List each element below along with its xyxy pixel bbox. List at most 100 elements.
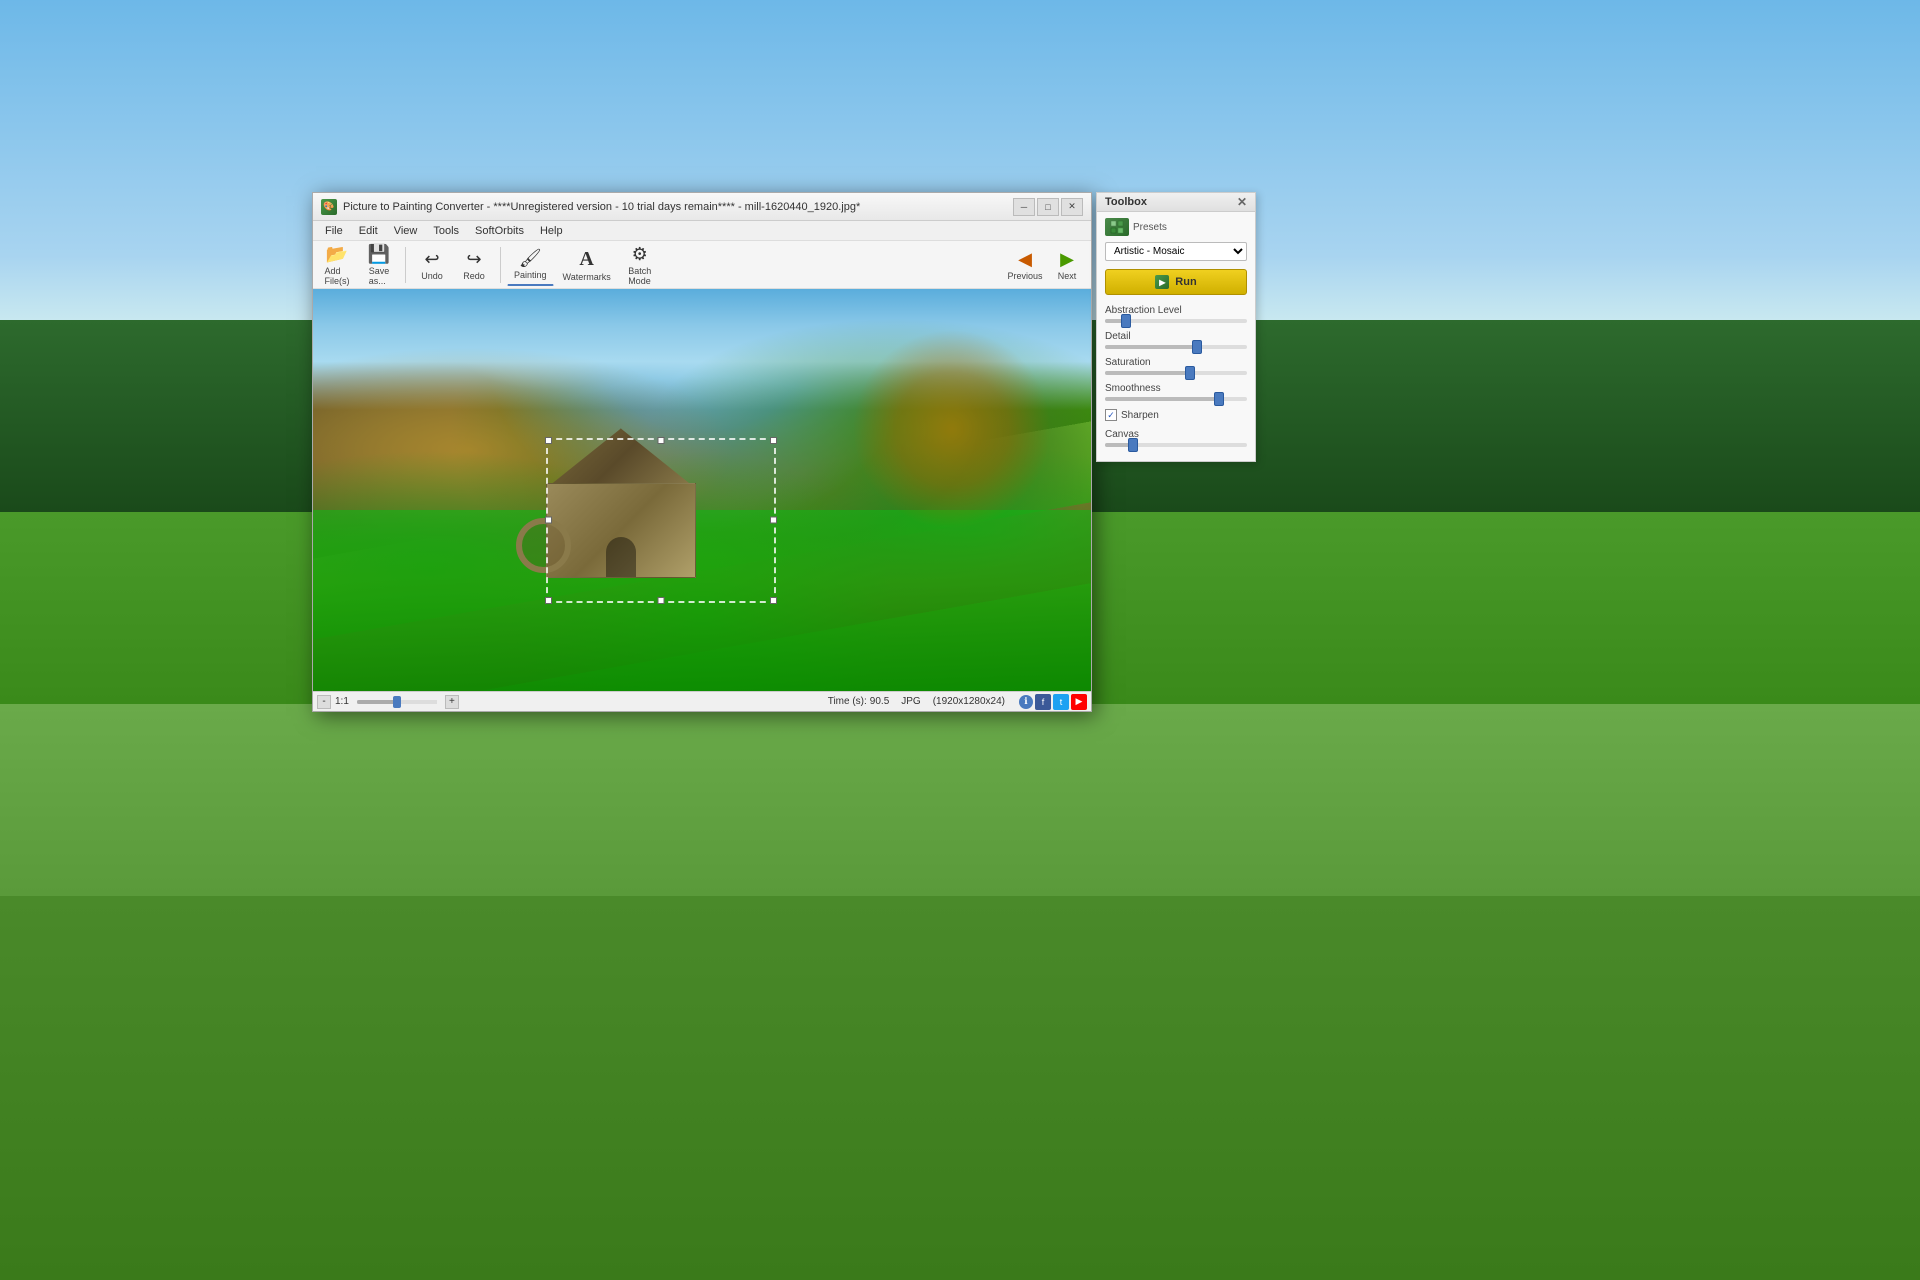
saturation-row: Saturation bbox=[1105, 357, 1247, 375]
warm-overlay bbox=[852, 329, 1052, 529]
detail-label: Detail bbox=[1105, 331, 1247, 342]
save-as-icon: 💾 bbox=[368, 244, 390, 265]
canvas-area[interactable] bbox=[313, 289, 1091, 691]
detail-thumb[interactable] bbox=[1192, 340, 1202, 354]
toolbox-close-button[interactable]: ✕ bbox=[1237, 196, 1247, 208]
zoom-slider-track bbox=[357, 700, 437, 704]
smoothness-fill bbox=[1105, 397, 1219, 401]
twitter-icon[interactable]: t bbox=[1053, 694, 1069, 710]
saturation-track bbox=[1105, 371, 1247, 375]
status-bar: - 1:1 + Time (s): 90.5 JPG (1920x1280x24… bbox=[313, 691, 1091, 711]
youtube-icon[interactable]: ▶ bbox=[1071, 694, 1087, 710]
menu-softorbits[interactable]: SoftOrbits bbox=[467, 224, 532, 238]
smoothness-thumb[interactable] bbox=[1214, 392, 1224, 406]
presets-label: Presets bbox=[1133, 222, 1167, 233]
close-button[interactable]: ✕ bbox=[1061, 198, 1083, 216]
previous-button[interactable]: ◀ Previous bbox=[1005, 244, 1045, 286]
saturation-thumb[interactable] bbox=[1185, 366, 1195, 380]
mill-body bbox=[546, 483, 696, 578]
app-icon: 🎨 bbox=[321, 199, 337, 215]
save-as-button[interactable]: 💾 Saveas... bbox=[359, 244, 399, 286]
smoothness-track bbox=[1105, 397, 1247, 401]
mill-structure bbox=[531, 408, 731, 578]
zoom-in-button[interactable]: + bbox=[445, 695, 459, 709]
zoom-level: 1:1 bbox=[335, 696, 349, 707]
mill-door bbox=[606, 537, 636, 577]
menu-edit[interactable]: Edit bbox=[351, 224, 386, 238]
painting-button[interactable]: 🖌 Painting bbox=[507, 244, 554, 286]
presets-select[interactable]: Artistic - Mosaic Artistic - Watercolor … bbox=[1105, 242, 1247, 261]
facebook-icon[interactable]: f bbox=[1035, 694, 1051, 710]
sharpen-label[interactable]: Sharpen bbox=[1121, 410, 1159, 421]
undo-button[interactable]: ↩ Undo bbox=[412, 244, 452, 286]
toolbar: 📂 AddFile(s) 💾 Saveas... ↩ Undo ↪ Redo 🖌… bbox=[313, 241, 1091, 289]
time-label: Time (s): bbox=[828, 696, 867, 707]
batch-mode-label: BatchMode bbox=[628, 266, 651, 286]
detail-row: Detail bbox=[1105, 331, 1247, 349]
presets-icon bbox=[1105, 218, 1129, 236]
maximize-button[interactable]: □ bbox=[1037, 198, 1059, 216]
canvas-label: Canvas bbox=[1105, 429, 1247, 440]
toolbox-body: Presets Artistic - Mosaic Artistic - Wat… bbox=[1097, 212, 1255, 461]
smoothness-row: Smoothness bbox=[1105, 383, 1247, 401]
abstraction-level-thumb[interactable] bbox=[1121, 314, 1131, 328]
canvas-thumb[interactable] bbox=[1128, 438, 1138, 452]
watermarks-label: Watermarks bbox=[563, 272, 611, 282]
toolbar-sep-1 bbox=[405, 247, 406, 283]
zoom-out-button[interactable]: - bbox=[317, 695, 331, 709]
painting-canvas bbox=[313, 289, 1091, 691]
redo-icon: ↪ bbox=[466, 249, 481, 270]
dimensions-label: (1920x1280x24) bbox=[933, 696, 1005, 707]
abstraction-level-row: Abstraction Level bbox=[1105, 305, 1247, 323]
canvas-row: Canvas bbox=[1105, 429, 1247, 447]
run-label: Run bbox=[1175, 276, 1196, 288]
undo-icon: ↩ bbox=[424, 249, 439, 270]
painting-icon: 🖌 bbox=[519, 248, 542, 269]
add-files-label: AddFile(s) bbox=[325, 266, 350, 286]
detail-fill bbox=[1105, 345, 1197, 349]
undo-label: Undo bbox=[421, 271, 443, 281]
detail-track bbox=[1105, 345, 1247, 349]
main-area bbox=[313, 289, 1091, 691]
watermarks-button[interactable]: A Watermarks bbox=[556, 244, 618, 286]
next-button[interactable]: ▶ Next bbox=[1047, 244, 1087, 286]
toolbox-title: Toolbox bbox=[1105, 196, 1147, 208]
toolbox-panel: Toolbox ✕ Presets Artistic - Mosaic Arti… bbox=[1096, 192, 1256, 462]
save-as-label: Saveas... bbox=[369, 266, 390, 286]
redo-label: Redo bbox=[463, 271, 485, 281]
dimensions-display: (1920x1280x24) bbox=[933, 696, 1005, 707]
painting-label: Painting bbox=[514, 270, 547, 280]
format-label: JPG bbox=[901, 696, 920, 707]
batch-mode-button[interactable]: ⚙ BatchMode bbox=[620, 244, 660, 286]
menu-tools[interactable]: Tools bbox=[425, 224, 467, 238]
batch-mode-icon: ⚙ bbox=[632, 244, 648, 265]
time-value: 90.5 bbox=[870, 696, 889, 707]
canvas-track bbox=[1105, 443, 1247, 447]
mill-roof bbox=[546, 428, 696, 488]
sharpen-row: ✓ Sharpen bbox=[1105, 409, 1247, 421]
time-display: Time (s): 90.5 bbox=[828, 696, 890, 707]
add-files-icon: 📂 bbox=[326, 244, 348, 265]
add-files-button[interactable]: 📂 AddFile(s) bbox=[317, 244, 357, 286]
previous-label: Previous bbox=[1007, 271, 1042, 281]
run-icon: ▶ bbox=[1155, 275, 1169, 289]
redo-button[interactable]: ↪ Redo bbox=[454, 244, 494, 286]
info-button[interactable]: ℹ bbox=[1019, 695, 1033, 709]
next-icon: ▶ bbox=[1060, 249, 1074, 270]
saturation-fill bbox=[1105, 371, 1190, 375]
menu-help[interactable]: Help bbox=[532, 224, 571, 238]
toolbox-header: Toolbox ✕ bbox=[1097, 193, 1255, 212]
toolbar-sep-2 bbox=[500, 247, 501, 283]
menu-view[interactable]: View bbox=[386, 224, 426, 238]
run-button[interactable]: ▶ Run bbox=[1105, 269, 1247, 295]
menu-file[interactable]: File bbox=[317, 224, 351, 238]
title-bar-controls: ─ □ ✕ bbox=[1013, 198, 1083, 216]
sharpen-checkbox[interactable]: ✓ bbox=[1105, 409, 1117, 421]
saturation-label: Saturation bbox=[1105, 357, 1247, 368]
title-bar: 🎨 Picture to Painting Converter - ****Un… bbox=[313, 193, 1091, 221]
window-title: Picture to Painting Converter - ****Unre… bbox=[343, 201, 1013, 213]
presets-row: Presets bbox=[1105, 218, 1247, 236]
minimize-button[interactable]: ─ bbox=[1013, 198, 1035, 216]
menu-bar: File Edit View Tools SoftOrbits Help bbox=[313, 221, 1091, 241]
app-window: 🎨 Picture to Painting Converter - ****Un… bbox=[312, 192, 1092, 712]
